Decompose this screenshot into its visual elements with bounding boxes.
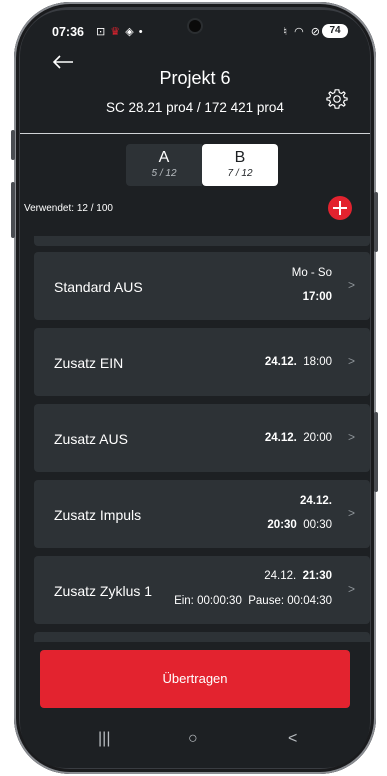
list-item[interactable]: Zusatz Zyklus 1 24.12. 21:30 Ein: 00:00:… — [34, 556, 370, 624]
entry-date: 24.12. — [300, 495, 332, 507]
entry-name: Zusatz EIN — [54, 355, 124, 371]
back-nav-icon[interactable]: < — [288, 730, 297, 748]
app-screen: 07:36 ⊡ ♛ ◈ • ♮ ◠ ⊘ 74 Projekt 6 SC 28.2… — [20, 10, 370, 768]
dnd-icon: ⊘ — [310, 26, 322, 38]
front-camera — [189, 20, 201, 32]
side-button-right-2 — [374, 412, 378, 492]
dot-icon: • — [138, 26, 144, 38]
chevron-right-icon: > — [348, 582, 356, 596]
tab-b-label: B — [234, 149, 246, 166]
entry-start-duration: 20:30 00:30 — [267, 519, 332, 531]
chevron-right-icon: > — [348, 430, 356, 444]
entry-name: Zusatz Zyklus 1 — [54, 583, 153, 599]
chevron-right-icon: > — [348, 278, 356, 292]
entry-on: Ein: 00:00:30 — [174, 595, 242, 607]
page-title: Projekt 6 — [159, 68, 231, 88]
wifi-icon: ◠ — [294, 26, 306, 38]
entry-name: Zusatz AUS — [54, 431, 128, 447]
list-item[interactable]: Zusatz EIN 24.12. 18:00 > — [34, 328, 370, 396]
list-item[interactable]: Zusatz AUS 24.12. 20:00 > — [34, 404, 370, 472]
list-item[interactable]: Standard AUS Mo - So 17:00 > — [34, 252, 370, 320]
screenshot-icon: ⊡ — [96, 26, 107, 38]
gear-icon[interactable] — [326, 88, 348, 110]
status-time: 07:36 — [52, 25, 84, 39]
entry-date: 24.12. — [264, 432, 297, 444]
channel-tabs: A 5 / 12 B 7 / 12 — [126, 144, 278, 186]
entry-name: Standard AUS — [54, 279, 143, 295]
entry-days: Mo - So — [291, 267, 332, 279]
entry-time: 18:00 — [303, 356, 332, 368]
entry-time: 20:00 — [303, 432, 332, 444]
system-nav-bar: ||| ○ < — [20, 722, 370, 768]
status-right-icons: ♮ ◠ ⊘ — [283, 25, 322, 38]
entry-datetime: 24.12. 18:00 — [265, 356, 332, 368]
entry-cycle: Ein: 00:00:30 Pause: 00:04:30 — [174, 595, 332, 607]
tab-a-count: 5 / 12 — [151, 168, 177, 179]
side-button-left-2 — [11, 182, 15, 238]
entry-duration: 00:30 — [303, 519, 332, 531]
battery-indicator: 74 — [322, 24, 348, 38]
tab-a[interactable]: A 5 / 12 — [126, 144, 202, 186]
add-entry-button[interactable] — [328, 196, 352, 220]
header-divider — [20, 133, 370, 134]
entry-date: 24.12. — [264, 356, 297, 368]
tab-a-label: A — [158, 149, 170, 166]
entry-time: 21:30 — [302, 570, 332, 582]
tab-b-count: 7 / 12 — [227, 168, 253, 179]
location-icon: ◈ — [125, 26, 135, 38]
used-count: Verwendet: 12 / 100 — [24, 203, 113, 214]
chevron-right-icon: > — [348, 506, 356, 520]
list-item[interactable]: Zusatz Impuls 24.12. 20:30 00:30 > — [34, 480, 370, 548]
recents-icon[interactable]: ||| — [98, 730, 110, 748]
status-left-icons: ⊡ ♛ ◈ • — [96, 25, 144, 38]
chevron-right-icon: > — [348, 354, 356, 368]
entry-datetime: 24.12. 20:00 — [265, 432, 332, 444]
side-button-right — [374, 192, 378, 252]
entry-name: Zusatz Impuls — [54, 507, 142, 523]
entry-datetime: 24.12. 21:30 — [264, 570, 332, 582]
transfer-button[interactable]: Übertragen — [40, 650, 350, 708]
entry-list[interactable]: Standard AUS Mo - So 17:00 > Zusatz EIN … — [34, 236, 370, 642]
entry-time: 17:00 — [302, 291, 332, 303]
app-alert-icon: ♛ — [110, 26, 122, 38]
entry-date: 24.12. — [264, 570, 297, 582]
list-item-partial-bottom — [34, 632, 370, 642]
entry-pause: Pause: 00:04:30 — [248, 595, 332, 607]
list-item-partial-top — [34, 236, 370, 246]
tab-b[interactable]: B 7 / 12 — [202, 144, 278, 186]
mute-icon: ♮ — [283, 26, 290, 38]
page-subtitle: SC 28.21 pro4 / 172 421 pro4 — [106, 100, 284, 115]
entry-start: 20:30 — [267, 519, 297, 531]
home-icon[interactable]: ○ — [188, 730, 198, 748]
side-button-left — [11, 130, 15, 160]
